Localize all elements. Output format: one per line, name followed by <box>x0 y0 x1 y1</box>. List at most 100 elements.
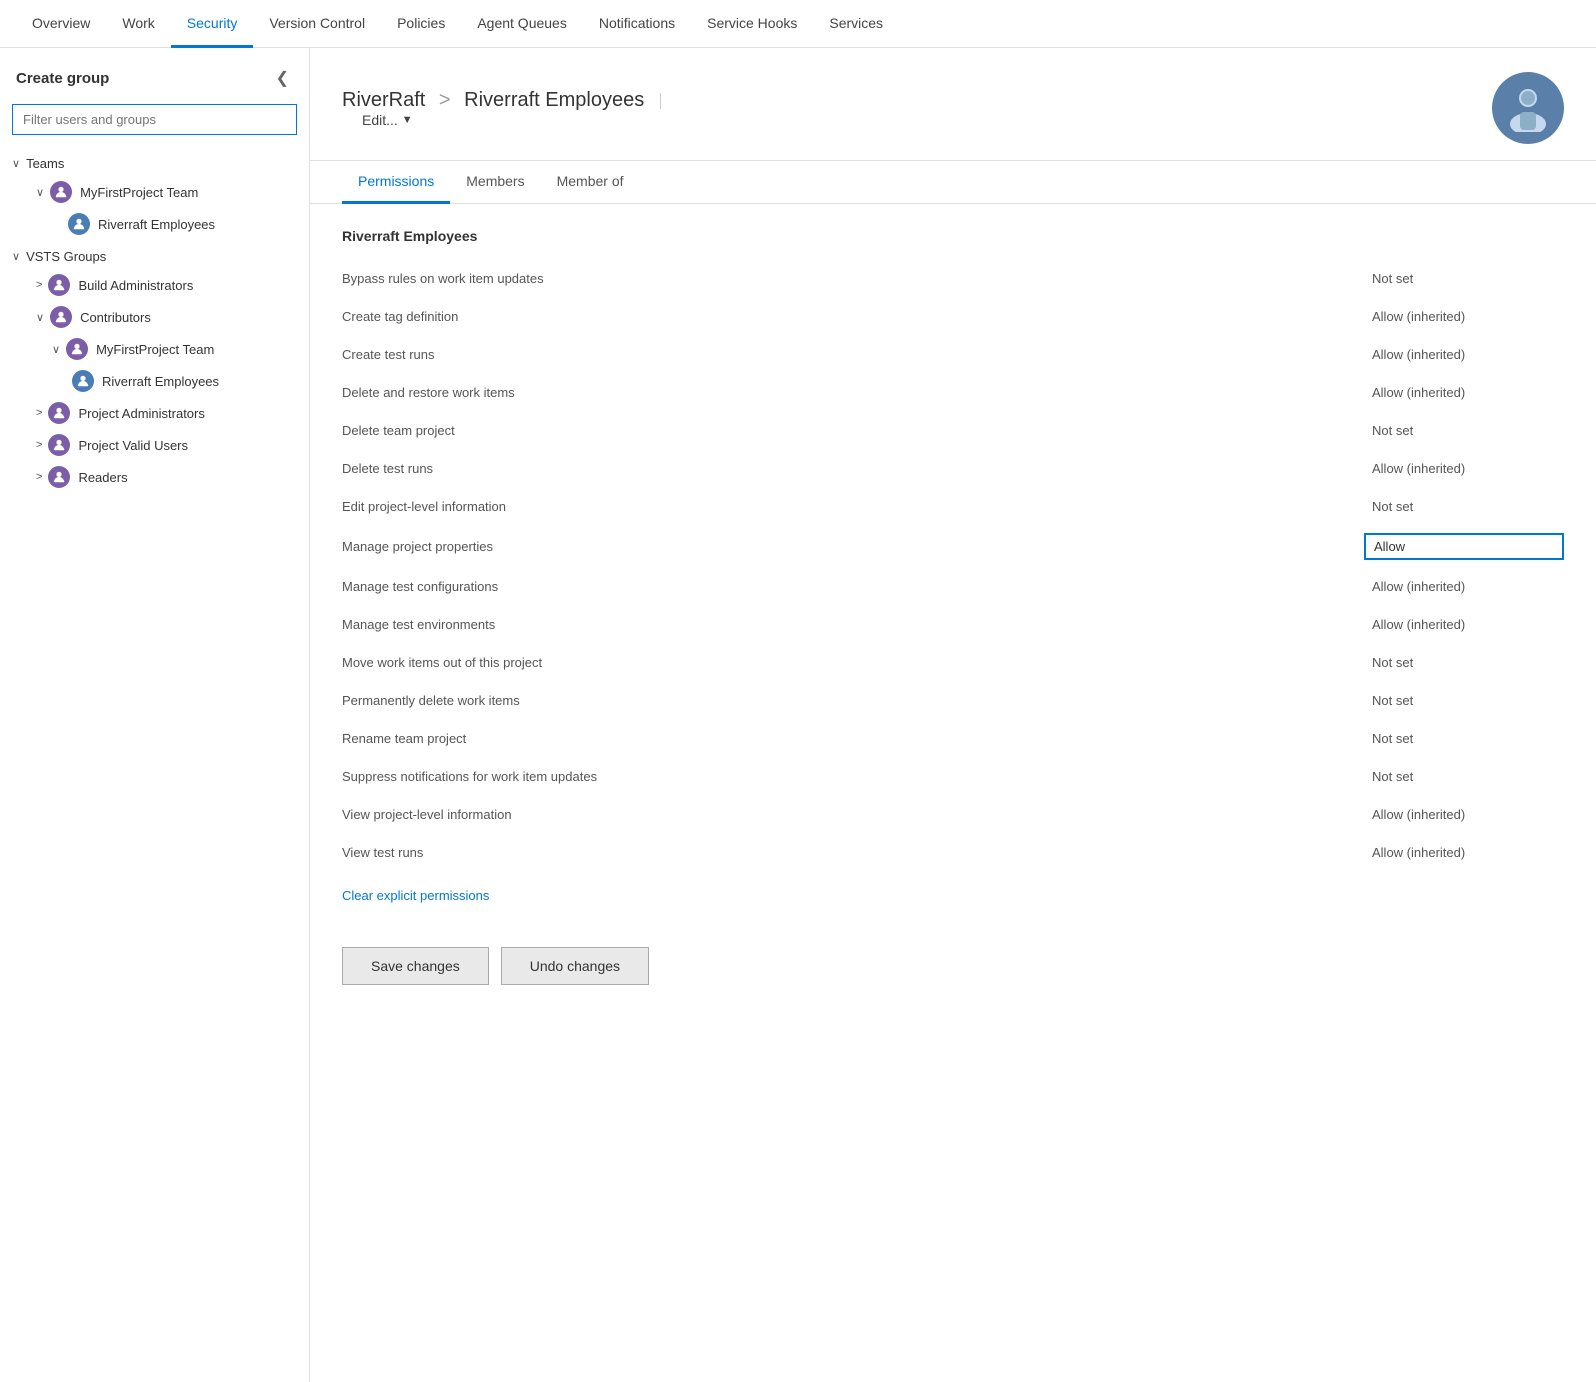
permission-value: Allow (inherited) <box>1364 613 1564 636</box>
project-valid-icon <box>48 434 70 456</box>
build-admins-icon <box>48 274 70 296</box>
permission-value: Allow (inherited) <box>1364 305 1564 328</box>
permission-name: View project-level information <box>342 807 1364 822</box>
clear-explicit-permissions-link[interactable]: Clear explicit permissions <box>342 888 489 903</box>
build-admins-label: Build Administrators <box>78 278 193 293</box>
permissions-area: Riverraft Employees Bypass rules on work… <box>310 204 1596 927</box>
permissions-group-title: Riverraft Employees <box>342 228 1564 244</box>
edit-label: Edit... <box>362 112 398 128</box>
nav-item-overview[interactable]: Overview <box>16 0 106 48</box>
vsts-groups-section: ∨ VSTS Groups > Build Administrators ∨ C… <box>0 244 309 497</box>
contributors-item[interactable]: ∨ Contributors <box>0 301 309 333</box>
edit-dropdown-button[interactable]: Edit... ▼ <box>362 112 413 128</box>
permission-row: Suppress notifications for work item upd… <box>342 758 1564 796</box>
permission-value[interactable]: Allow <box>1364 533 1564 560</box>
nav-item-security[interactable]: Security <box>171 0 254 48</box>
permission-name: Edit project-level information <box>342 499 1364 514</box>
teams-label: Teams <box>26 156 64 171</box>
permission-value: Allow (inherited) <box>1364 381 1564 404</box>
contributors-riverraft-item[interactable]: Riverraft Employees <box>0 365 309 397</box>
permission-value: Not set <box>1364 651 1564 674</box>
create-group-title: Create group <box>16 70 109 87</box>
nav-item-version-control[interactable]: Version Control <box>253 0 381 48</box>
undo-changes-button[interactable]: Undo changes <box>501 947 649 985</box>
permission-value: Not set <box>1364 495 1564 518</box>
permission-row: Delete and restore work itemsAllow (inhe… <box>342 374 1564 412</box>
breadcrumb: RiverRaft > Riverraft Employees <box>342 89 644 111</box>
permission-value: Not set <box>1364 689 1564 712</box>
filter-input[interactable] <box>12 104 297 135</box>
nav-item-notifications[interactable]: Notifications <box>583 0 691 48</box>
tab-permissions[interactable]: Permissions <box>342 161 450 204</box>
myfirstproject-label: MyFirstProject Team <box>80 185 198 200</box>
permission-value: Allow (inherited) <box>1364 575 1564 598</box>
build-admins-chevron: > <box>36 279 42 291</box>
permission-name: Create tag definition <box>342 309 1364 324</box>
project-valid-users-item[interactable]: > Project Valid Users <box>0 429 309 461</box>
nav-item-service-hooks[interactable]: Service Hooks <box>691 0 813 48</box>
permission-name: View test runs <box>342 845 1364 860</box>
permission-name: Manage test configurations <box>342 579 1364 594</box>
nav-item-services[interactable]: Services <box>813 0 899 48</box>
permission-value: Not set <box>1364 419 1564 442</box>
contributors-team-label: MyFirstProject Team <box>96 342 214 357</box>
permission-value: Allow (inherited) <box>1364 343 1564 366</box>
permission-row: Manage test configurationsAllow (inherit… <box>342 568 1564 606</box>
top-navigation: Overview Work Security Version Control P… <box>0 0 1596 48</box>
breadcrumb-area: RiverRaft > Riverraft Employees Edit... … <box>342 89 1472 128</box>
contributors-team-icon <box>66 338 88 360</box>
readers-item[interactable]: > Readers <box>0 461 309 493</box>
permission-row: Manage project propertiesAllow <box>342 526 1564 568</box>
vsts-groups-group[interactable]: ∨ VSTS Groups <box>0 244 309 269</box>
vsts-chevron: ∨ <box>12 250 20 263</box>
teams-group[interactable]: ∨ Teams <box>0 151 309 176</box>
contributors-riverraft-icon <box>72 370 94 392</box>
collapse-sidebar-button[interactable]: ❮ <box>272 64 293 92</box>
permission-value: Allow (inherited) <box>1364 803 1564 826</box>
breadcrumb-parent: RiverRaft <box>342 89 425 111</box>
permission-row: Move work items out of this projectNot s… <box>342 644 1564 682</box>
group-avatar <box>1492 72 1564 144</box>
contributors-label: Contributors <box>80 310 151 325</box>
myfirstproject-team-item[interactable]: ∨ MyFirstProject Team <box>0 176 309 208</box>
nav-item-agent-queues[interactable]: Agent Queues <box>461 0 583 48</box>
bottom-actions: Save changes Undo changes <box>310 927 1596 1005</box>
teams-chevron: ∨ <box>12 157 20 170</box>
contributors-riverraft-label: Riverraft Employees <box>102 374 219 389</box>
permission-value: Not set <box>1364 727 1564 750</box>
build-admins-item[interactable]: > Build Administrators <box>0 269 309 301</box>
nav-item-work[interactable]: Work <box>106 0 170 48</box>
content-area: RiverRaft > Riverraft Employees Edit... … <box>310 48 1596 1382</box>
edit-dropdown-arrow: ▼ <box>402 114 413 126</box>
permission-row: Create test runsAllow (inherited) <box>342 336 1564 374</box>
contributors-icon <box>50 306 72 328</box>
readers-chevron: > <box>36 471 42 483</box>
permission-name: Delete test runs <box>342 461 1364 476</box>
permission-name: Suppress notifications for work item upd… <box>342 769 1364 784</box>
tab-member-of[interactable]: Member of <box>541 161 640 204</box>
project-valid-chevron: > <box>36 439 42 451</box>
vsts-groups-label: VSTS Groups <box>26 249 106 264</box>
content-header: RiverRaft > Riverraft Employees Edit... … <box>310 48 1596 161</box>
permission-row: Bypass rules on work item updatesNot set <box>342 260 1564 298</box>
project-valid-label: Project Valid Users <box>78 438 188 453</box>
breadcrumb-child: Riverraft Employees <box>464 89 644 111</box>
sidebar-header: Create group ❮ <box>0 48 309 104</box>
project-admins-item[interactable]: > Project Administrators <box>0 397 309 429</box>
save-changes-button[interactable]: Save changes <box>342 947 489 985</box>
permission-name: Manage project properties <box>342 539 1364 554</box>
riverraft-employees-item[interactable]: Riverraft Employees <box>0 208 309 240</box>
project-admins-chevron: > <box>36 407 42 419</box>
project-admins-label: Project Administrators <box>78 406 204 421</box>
sidebar: Create group ❮ ∨ Teams ∨ MyFirstProject … <box>0 48 310 1382</box>
permission-name: Delete and restore work items <box>342 385 1364 400</box>
readers-label: Readers <box>78 470 127 485</box>
contributors-team-item[interactable]: ∨ MyFirstProject Team <box>0 333 309 365</box>
myfirstproject-chevron: ∨ <box>36 186 44 199</box>
contributors-chevron: ∨ <box>36 311 44 324</box>
riverraft-label: Riverraft Employees <box>98 217 215 232</box>
readers-icon <box>48 466 70 488</box>
permission-row: Rename team projectNot set <box>342 720 1564 758</box>
nav-item-policies[interactable]: Policies <box>381 0 461 48</box>
tab-members[interactable]: Members <box>450 161 540 204</box>
